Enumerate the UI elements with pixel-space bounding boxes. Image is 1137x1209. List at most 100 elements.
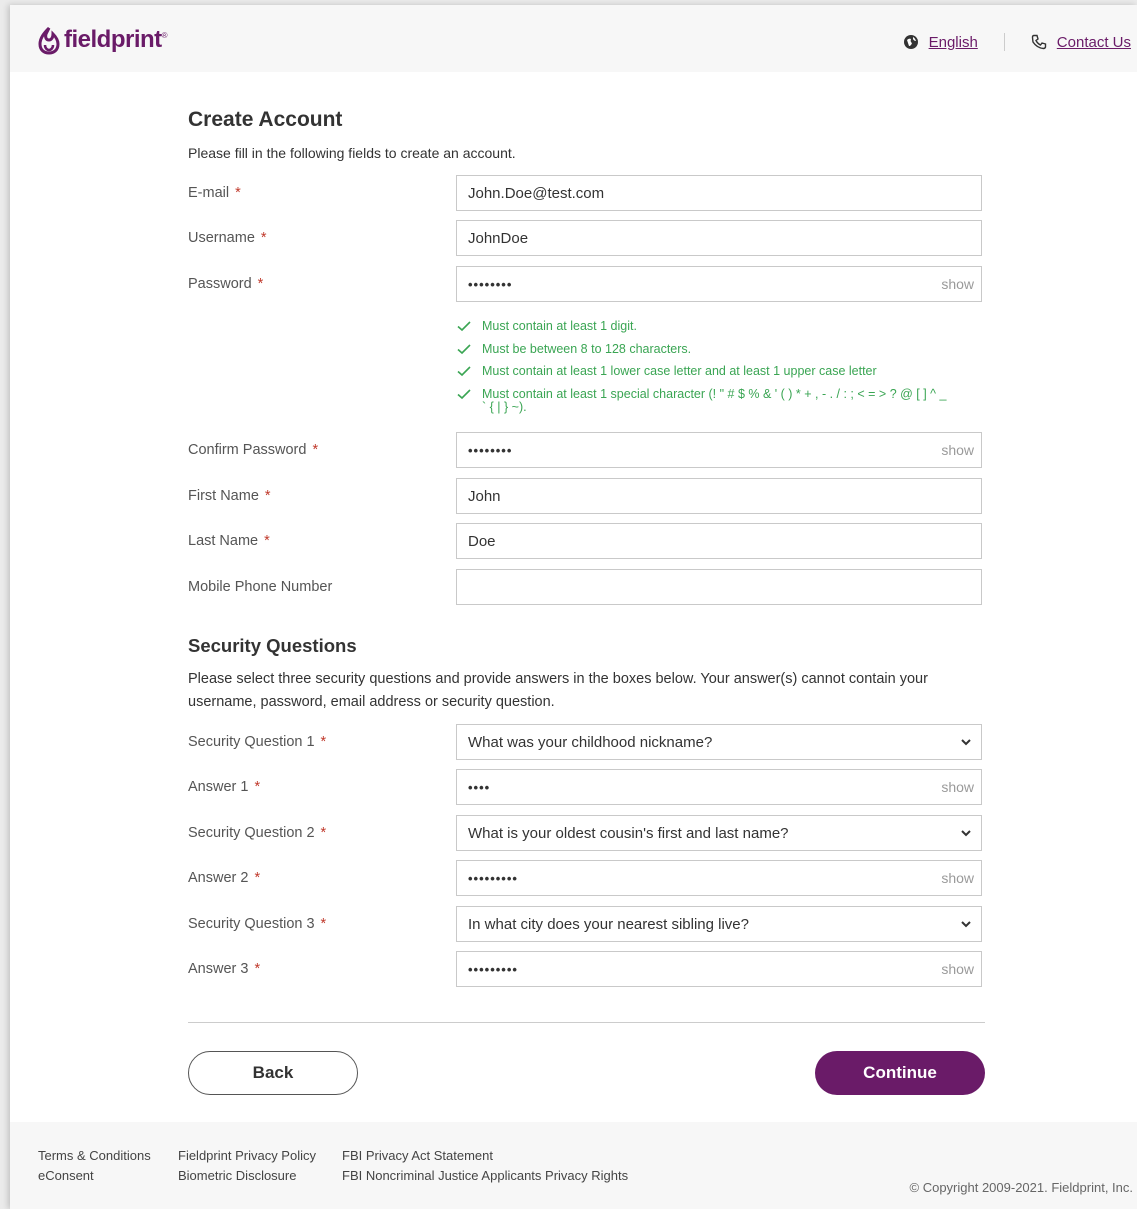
requirement-item: Must contain at least 1 special characte… (456, 383, 946, 406)
required-marker: * (264, 488, 271, 504)
check-icon (457, 321, 471, 332)
security-question-1-row: Security Question 1 * What was your child… (188, 724, 985, 762)
header-divider (1003, 33, 1005, 51)
globe-icon (903, 35, 918, 49)
mobile-phone-row: Mobile Phone Number (188, 569, 985, 607)
chevron-down-icon (961, 739, 971, 746)
site-footer: Terms & Conditions eConsent Fieldprint P… (10, 1122, 1137, 1209)
check-icon (457, 366, 471, 377)
continue-button[interactable]: Continue (815, 1051, 985, 1095)
footer-column-1: Terms & Conditions eConsent (38, 1146, 151, 1185)
password-field[interactable]: •••••••• show (456, 266, 982, 302)
footer-column-2: Fieldprint Privacy Policy Biometric Disc… (178, 1146, 316, 1185)
email-field[interactable]: John.Doe@test.com (456, 175, 982, 211)
header-links: English Contact Us (903, 33, 1131, 51)
last-name-field[interactable]: Doe (456, 523, 982, 559)
last-name-label: Last Name * (188, 533, 270, 549)
answer-2-field[interactable]: ••••••••• show (456, 860, 982, 896)
email-row: E-mail * John.Doe@test.com (188, 175, 985, 213)
username-value: JohnDoe (468, 229, 529, 247)
security-question-2-row: Security Question 2 * What is your oldest… (188, 815, 985, 853)
contact-us-link[interactable]: Contact Us (1031, 34, 1131, 51)
mobile-phone-label: Mobile Phone Number (188, 579, 333, 595)
username-field[interactable]: JohnDoe (456, 220, 982, 256)
fingerprint-flame-icon (38, 26, 60, 55)
username-label: Username * (188, 230, 267, 246)
security-question-1-label: Security Question 1 * (188, 734, 327, 750)
show-confirm-password-toggle[interactable]: show (941, 442, 974, 458)
answer-3-value: ••••••••• (468, 961, 518, 977)
security-question-3-value: In what city does your nearest sibling l… (468, 915, 749, 933)
econsent-link[interactable]: eConsent (38, 1166, 151, 1186)
answer-1-field[interactable]: •••• show (456, 769, 982, 805)
required-marker: * (320, 916, 327, 932)
required-marker: * (264, 533, 270, 549)
language-label: English (928, 33, 978, 51)
answer-1-label: Answer 1 * (188, 779, 261, 795)
answer-2-value: ••••••••• (468, 870, 518, 886)
language-link[interactable]: English (903, 34, 978, 51)
privacy-policy-link[interactable]: Fieldprint Privacy Policy (178, 1146, 316, 1166)
required-marker: * (257, 276, 264, 292)
username-row: Username * JohnDoe (188, 220, 985, 258)
security-question-3-row: Security Question 3 * In what city does y… (188, 906, 985, 944)
security-question-3-select[interactable]: In what city does your nearest sibling l… (456, 906, 982, 942)
security-question-3-label: Security Question 3 * (188, 916, 327, 932)
answer-3-field[interactable]: ••••••••• show (456, 951, 982, 987)
biometric-disclosure-link[interactable]: Biometric Disclosure (178, 1166, 316, 1186)
security-question-2-select[interactable]: What is your oldest cousin's first and l… (456, 815, 982, 851)
fbi-applicants-rights-link[interactable]: FBI Noncriminal Justice Applicants Priva… (342, 1166, 628, 1186)
required-marker: * (320, 825, 327, 841)
required-marker: * (260, 230, 267, 246)
show-password-toggle[interactable]: show (941, 276, 974, 292)
required-marker: * (254, 961, 261, 977)
trademark-symbol: ® (161, 31, 168, 40)
footer-column-3: FBI Privacy Act Statement FBI Noncrimina… (342, 1146, 628, 1185)
answer-2-row: Answer 2 * ••••••••• show (188, 860, 985, 898)
confirm-password-field[interactable]: •••••••• show (456, 432, 982, 468)
site-header: fieldprint ® English Contact Us (10, 5, 1137, 72)
password-label: Password * (188, 276, 264, 292)
answer-1-row: Answer 1 * •••• show (188, 769, 985, 807)
requirement-item: Must be between 8 to 128 characters. (456, 338, 946, 361)
show-answer-3-toggle[interactable]: show (941, 961, 974, 977)
mobile-phone-field[interactable] (456, 569, 982, 605)
page-subtitle: Please fill in the following fields to c… (188, 145, 516, 161)
email-value: John.Doe@test.com (468, 184, 605, 202)
browser-frame: fieldprint ® English Contact Us Create A… (10, 5, 1137, 1209)
first-name-row: First Name * John (188, 478, 985, 516)
email-label: E-mail * (188, 185, 241, 201)
requirement-item: Must contain at least 1 digit. (456, 315, 946, 338)
security-question-2-label: Security Question 2 * (188, 825, 327, 841)
answer-3-row: Answer 3 * ••••••••• show (188, 951, 985, 989)
main-content: Create Account Please fill in the follow… (10, 72, 1137, 1122)
first-name-label: First Name * (188, 488, 271, 504)
copyright-text: © Copyright 2009-2021. Fieldprint, Inc. (909, 1180, 1133, 1195)
required-marker: * (312, 442, 319, 458)
terms-conditions-link[interactable]: Terms & Conditions (38, 1146, 151, 1166)
show-answer-2-toggle[interactable]: show (941, 870, 974, 886)
security-question-1-select[interactable]: What was your childhood nickname? (456, 724, 982, 760)
confirm-password-row: Confirm Password * •••••••• show (188, 432, 985, 470)
password-row: Password * •••••••• show (188, 266, 985, 304)
confirm-password-label: Confirm Password * (188, 442, 319, 458)
security-question-1-value: What was your childhood nickname? (468, 733, 713, 751)
first-name-field[interactable]: John (456, 478, 982, 514)
fbi-privacy-act-link[interactable]: FBI Privacy Act Statement (342, 1146, 628, 1166)
required-marker: * (235, 185, 241, 201)
phone-icon (1031, 34, 1046, 50)
security-questions-description: Please select three security questions a… (188, 671, 928, 710)
page-title: Create Account (188, 108, 343, 131)
last-name-row: Last Name * Doe (188, 523, 985, 561)
chevron-down-icon (961, 921, 971, 928)
requirement-item: Must contain at least 1 lower case lette… (456, 360, 946, 383)
back-button[interactable]: Back (188, 1051, 358, 1095)
required-marker: * (320, 734, 327, 750)
form-divider (188, 1022, 985, 1023)
first-name-value: John (468, 487, 501, 505)
fieldprint-logo[interactable]: fieldprint ® (36, 25, 168, 55)
answer-2-label: Answer 2 * (188, 870, 261, 886)
check-icon (457, 343, 471, 354)
show-answer-1-toggle[interactable]: show (941, 779, 974, 795)
answer-3-label: Answer 3 * (188, 961, 261, 977)
